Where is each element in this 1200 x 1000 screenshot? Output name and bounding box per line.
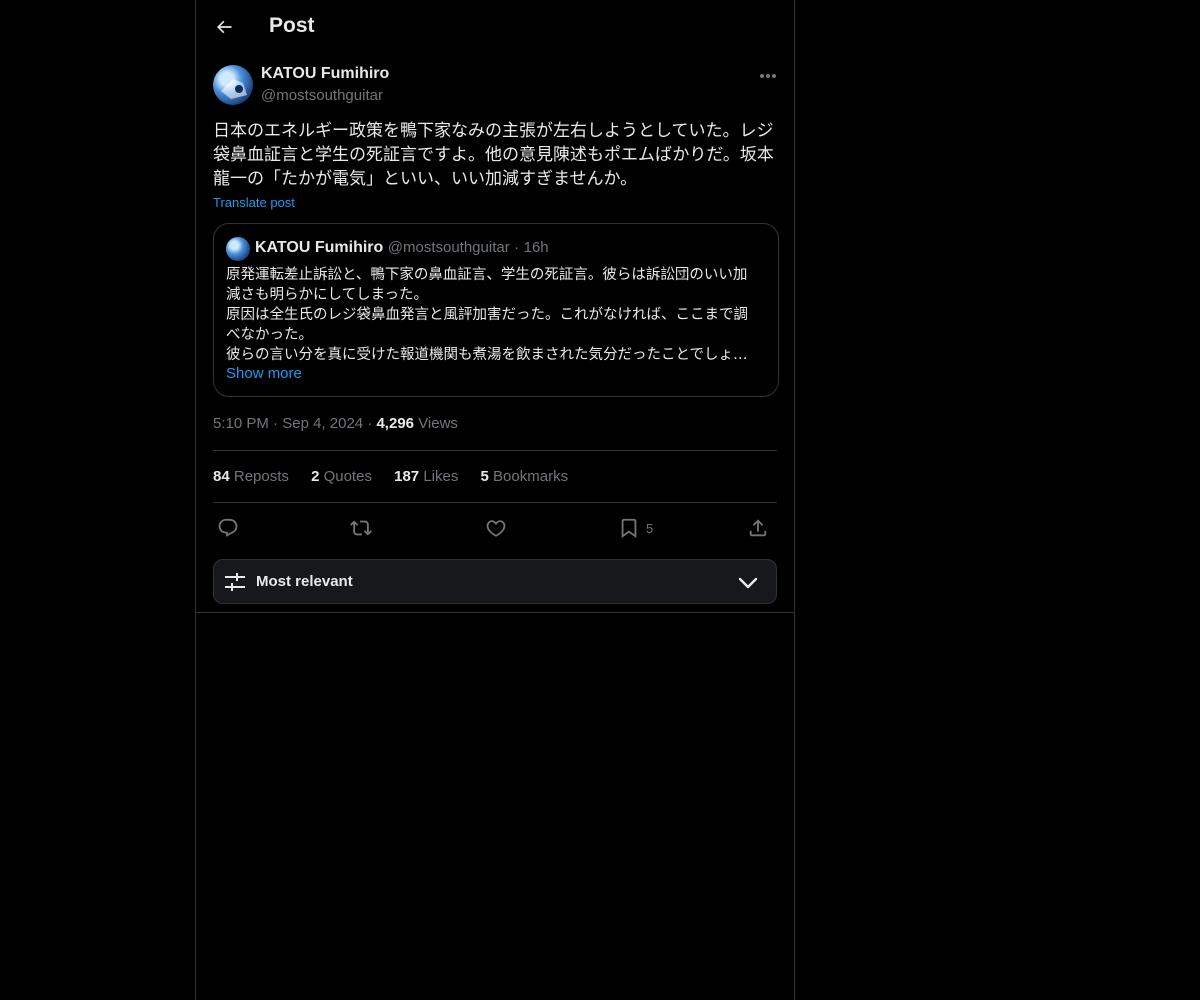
post-column: Post KATOU Fumihiro @mostsouthguitar 日本の… bbox=[195, 0, 795, 1000]
translate-post-link[interactable]: Translate post bbox=[213, 195, 295, 210]
reply-sort-dropdown[interactable]: Most relevant bbox=[213, 559, 777, 604]
page-title: Post bbox=[269, 14, 315, 37]
quoted-line: 彼らの言い分を真に受けた報道機関も煮湯を飲まされた気分だったことでしょ… bbox=[226, 347, 748, 363]
likes-count: 187 bbox=[394, 468, 420, 485]
bookmarks-stat[interactable]: 5 Bookmarks bbox=[481, 468, 569, 485]
reposts-count: 84 bbox=[213, 468, 230, 485]
quotes-stat[interactable]: 2 Quotes bbox=[311, 468, 372, 485]
divider bbox=[213, 450, 777, 451]
quoted-text: 原発運転差止訴訟と、鴨下家の鼻血証言、学生の死証言。彼らは訴訟団のいい加 減さも… bbox=[226, 265, 768, 365]
bookmark-count: 5 bbox=[646, 520, 654, 536]
quoted-line: 減さも明らかにしてしまった。 bbox=[226, 287, 428, 303]
chevron-down-icon bbox=[738, 577, 758, 589]
repost-icon bbox=[350, 520, 372, 536]
quoted-post[interactable]: KATOU Fumihiro @mostsouthguitar · 16h 原発… bbox=[213, 223, 779, 397]
reposts-stat[interactable]: 84 Reposts bbox=[213, 468, 289, 485]
bookmark-button[interactable]: 5 bbox=[618, 515, 653, 541]
quoted-avatar bbox=[226, 237, 250, 261]
quoted-line: 原発運転差止訴訟と、鴨下家の鼻血証言、学生の死証言。彼らは訴訟団のいい加 bbox=[226, 267, 748, 283]
bookmark-icon bbox=[621, 518, 637, 539]
quoted-line: 原因は全生氏のレジ袋鼻血発言と風評加害だった。これがなければ、ここまで調 bbox=[226, 307, 748, 323]
views-count: 4,296 bbox=[376, 415, 415, 432]
likes-label: Likes bbox=[423, 468, 459, 485]
reply-button[interactable] bbox=[217, 515, 239, 541]
repost-button[interactable] bbox=[350, 515, 372, 541]
bookmarks-count: 5 bbox=[480, 468, 489, 485]
author-handle[interactable]: @mostsouthguitar bbox=[261, 87, 383, 104]
author-avatar[interactable] bbox=[213, 65, 253, 105]
reposts-label: Reposts bbox=[233, 468, 289, 485]
avatar-image bbox=[221, 79, 247, 99]
quoted-separator: · bbox=[514, 239, 520, 256]
share-icon bbox=[749, 519, 767, 537]
more-options-button[interactable] bbox=[754, 64, 782, 88]
post-time[interactable]: 5:10 PM bbox=[213, 415, 269, 432]
quoted-author-name: KATOU Fumihiro bbox=[255, 239, 384, 256]
reply-icon bbox=[218, 518, 238, 537]
meta-separator: · bbox=[367, 415, 373, 432]
like-button[interactable] bbox=[485, 515, 507, 541]
quotes-label: Quotes bbox=[323, 468, 372, 485]
sliders-icon bbox=[225, 573, 245, 591]
quoted-line: べなかった。 bbox=[226, 327, 313, 343]
back-button[interactable] bbox=[210, 13, 238, 41]
bookmarks-label: Bookmarks bbox=[493, 468, 569, 485]
author-name[interactable]: KATOU Fumihiro bbox=[261, 65, 389, 83]
show-more-link[interactable]: Show more bbox=[226, 365, 302, 382]
quotes-count: 2 bbox=[311, 468, 320, 485]
quoted-age: 16h bbox=[523, 239, 549, 256]
engagement-stats: 84 Reposts 2 Quotes 187 Likes 5 Bookmark… bbox=[213, 468, 586, 485]
more-icon bbox=[760, 74, 776, 78]
heart-icon bbox=[486, 520, 506, 537]
post-header: Post bbox=[196, 0, 794, 54]
quoted-header: KATOU Fumihiro @mostsouthguitar · 16h bbox=[255, 239, 549, 257]
arrow-left-icon bbox=[217, 20, 232, 34]
post-text: 日本のエネルギー政策を鴨下家なみの主張が左右しようとしていた。レジ袋鼻血証言と学… bbox=[213, 121, 774, 189]
post-meta: 5:10 PM · Sep 4, 2024 · 4,296 Views bbox=[213, 415, 458, 432]
quoted-author-handle: @mostsouthguitar bbox=[387, 239, 510, 256]
share-button[interactable] bbox=[747, 515, 769, 541]
section-divider bbox=[196, 612, 794, 613]
likes-stat[interactable]: 187 Likes bbox=[394, 468, 458, 485]
action-bar: 5 bbox=[213, 512, 777, 544]
sort-label: Most relevant bbox=[256, 573, 353, 590]
views-label: Views bbox=[418, 415, 458, 432]
divider bbox=[213, 502, 777, 503]
meta-separator: · bbox=[273, 415, 279, 432]
post-date[interactable]: Sep 4, 2024 bbox=[282, 415, 363, 432]
